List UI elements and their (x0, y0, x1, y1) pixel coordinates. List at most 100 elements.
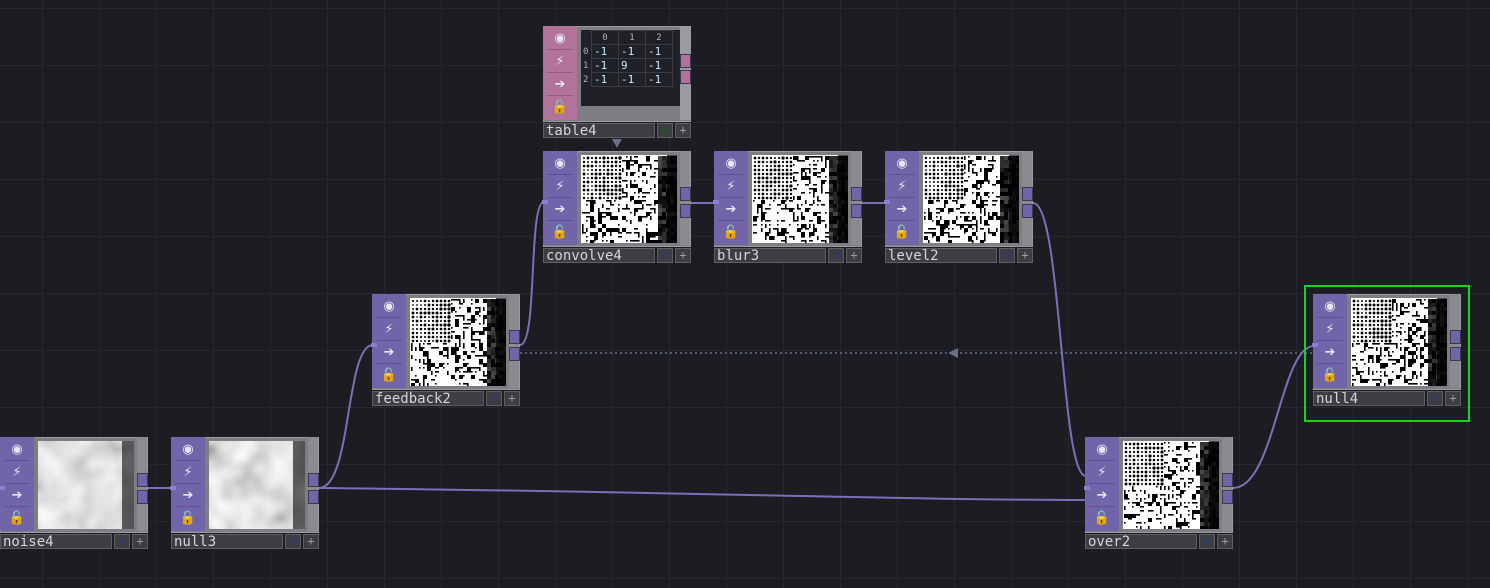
node-preview (410, 298, 506, 386)
node-label[interactable]: table4 (543, 123, 655, 138)
bypass-icon[interactable]: ⚡ (548, 50, 572, 72)
lock-icon[interactable]: 🔓 (548, 221, 572, 243)
bypass-icon[interactable]: ⚡ (5, 461, 29, 483)
display-icon[interactable]: ➔ (176, 484, 200, 506)
add-icon[interactable]: + (846, 248, 862, 263)
add-icon[interactable]: + (675, 248, 691, 263)
output-connector[interactable] (509, 347, 520, 361)
output-connector[interactable] (1022, 187, 1033, 201)
input-connector[interactable] (713, 200, 719, 204)
lock-icon[interactable]: 🔓 (890, 221, 914, 243)
node-preview (923, 155, 1019, 243)
node-preview (209, 441, 305, 529)
lock-icon[interactable]: 🔓 (377, 364, 401, 386)
node-strip: ◉ ⚡ ➔ 🔓 (372, 294, 406, 388)
input-connector[interactable] (1084, 486, 1090, 490)
output-connector[interactable] (1022, 204, 1033, 218)
lock-icon[interactable]: 🔓 (719, 221, 743, 243)
viewer-toggle[interactable] (285, 534, 301, 549)
output-connector[interactable] (509, 330, 520, 344)
node-noise4[interactable]: ◉ ⚡ ➔ 🔓 noise4 + (0, 437, 148, 549)
node-label[interactable]: null3 (171, 534, 283, 549)
input-connector[interactable] (884, 200, 890, 204)
node-blur3[interactable]: ◉ ⚡ ➔ 🔓 blur3 + (713, 151, 862, 263)
selection-outline (1304, 285, 1470, 422)
lock-icon[interactable]: 🔓 (176, 507, 200, 529)
table-cell: 9 (618, 58, 646, 73)
node-convolve4[interactable]: ◉ ⚡ ➔ 🔓 convolve4 + (542, 151, 691, 263)
viewer-toggle[interactable] (1199, 534, 1215, 549)
lock-icon[interactable]: 🔓 (5, 507, 29, 529)
output-connector[interactable] (680, 204, 691, 218)
viewer-toggle[interactable] (828, 248, 844, 263)
output-connector[interactable] (308, 473, 319, 487)
output-connector[interactable] (851, 204, 862, 218)
node-preview (1123, 441, 1219, 529)
output-connector[interactable] (680, 70, 691, 84)
node-table4[interactable]: ◉ ⚡ ➔ 🔓 012 0 -1 -1 -1 1 -1 9 -1 2 -1 -1 -1 table… (543, 26, 691, 138)
node-label[interactable]: over2 (1085, 534, 1197, 549)
display-icon[interactable]: ➔ (548, 73, 572, 95)
input-connector[interactable] (542, 200, 548, 204)
node-level2[interactable]: ◉ ⚡ ➔ 🔓 level2 + (884, 151, 1033, 263)
viewer-icon[interactable]: ◉ (377, 295, 401, 317)
viewer-icon[interactable]: ◉ (890, 152, 914, 174)
node-label[interactable]: noise4 (0, 534, 112, 549)
display-icon[interactable]: ➔ (1090, 484, 1114, 506)
add-icon[interactable]: + (303, 534, 319, 549)
input-connector[interactable] (371, 343, 377, 347)
bypass-icon[interactable]: ⚡ (890, 175, 914, 197)
node-strip: ◉ ⚡ ➔ 🔓 (0, 437, 34, 531)
node-strip: ◉ ⚡ ➔ 🔓 (1085, 437, 1119, 531)
node-over2[interactable]: ◉ ⚡ ➔ 🔓 over2 + (1084, 437, 1233, 549)
bypass-icon[interactable]: ⚡ (176, 461, 200, 483)
display-icon[interactable]: ➔ (719, 198, 743, 220)
node-label[interactable]: feedback2 (372, 391, 484, 406)
viewer-toggle[interactable] (114, 534, 130, 549)
add-icon[interactable]: + (675, 123, 691, 138)
output-connector[interactable] (851, 187, 862, 201)
bypass-icon[interactable]: ⚡ (1090, 461, 1114, 483)
add-icon[interactable]: + (1017, 248, 1033, 263)
node-preview (581, 155, 677, 243)
display-icon[interactable]: ➔ (5, 484, 29, 506)
viewer-toggle[interactable] (486, 391, 502, 406)
viewer-toggle[interactable] (999, 248, 1015, 263)
viewer-icon[interactable]: ◉ (5, 438, 29, 460)
node-label[interactable]: blur3 (714, 248, 826, 263)
output-connector[interactable] (1222, 490, 1233, 504)
viewer-icon[interactable]: ◉ (176, 438, 200, 460)
viewer-icon[interactable]: ◉ (719, 152, 743, 174)
input-connector[interactable] (0, 486, 5, 490)
viewer-toggle[interactable] (657, 248, 673, 263)
bypass-icon[interactable]: ⚡ (548, 175, 572, 197)
lock-icon[interactable]: 🔓 (1090, 507, 1114, 529)
add-icon[interactable]: + (1217, 534, 1233, 549)
output-connector[interactable] (137, 473, 148, 487)
display-icon[interactable]: ➔ (548, 198, 572, 220)
viewer-toggle[interactable] (657, 123, 673, 138)
add-icon[interactable]: + (132, 534, 148, 549)
node-feedback2[interactable]: ◉ ⚡ ➔ 🔓 feedback2 + (371, 294, 520, 406)
bypass-icon[interactable]: ⚡ (377, 318, 401, 340)
node-label[interactable]: level2 (885, 248, 997, 263)
node-label[interactable]: convolve4 (543, 248, 655, 263)
table-cell: -1 (591, 58, 619, 73)
output-connector[interactable] (308, 490, 319, 504)
output-connector[interactable] (1222, 473, 1233, 487)
table-cell: -1 (645, 44, 673, 59)
node-null3[interactable]: ◉ ⚡ ➔ 🔓 null3 + (170, 437, 319, 549)
viewer-icon[interactable]: ◉ (1090, 438, 1114, 460)
lock-icon[interactable]: 🔓 (548, 96, 572, 118)
output-connector[interactable] (680, 187, 691, 201)
output-connector[interactable] (680, 54, 691, 68)
display-icon[interactable]: ➔ (890, 198, 914, 220)
output-connector[interactable] (137, 490, 148, 504)
display-icon[interactable]: ➔ (377, 341, 401, 363)
viewer-icon[interactable]: ◉ (548, 152, 572, 174)
viewer-icon[interactable]: ◉ (548, 27, 572, 49)
bypass-icon[interactable]: ⚡ (719, 175, 743, 197)
input-connector[interactable] (170, 486, 176, 490)
add-icon[interactable]: + (504, 391, 520, 406)
table-grid: 012 0 -1 -1 -1 1 -1 9 -1 2 -1 -1 -1 (581, 30, 673, 87)
